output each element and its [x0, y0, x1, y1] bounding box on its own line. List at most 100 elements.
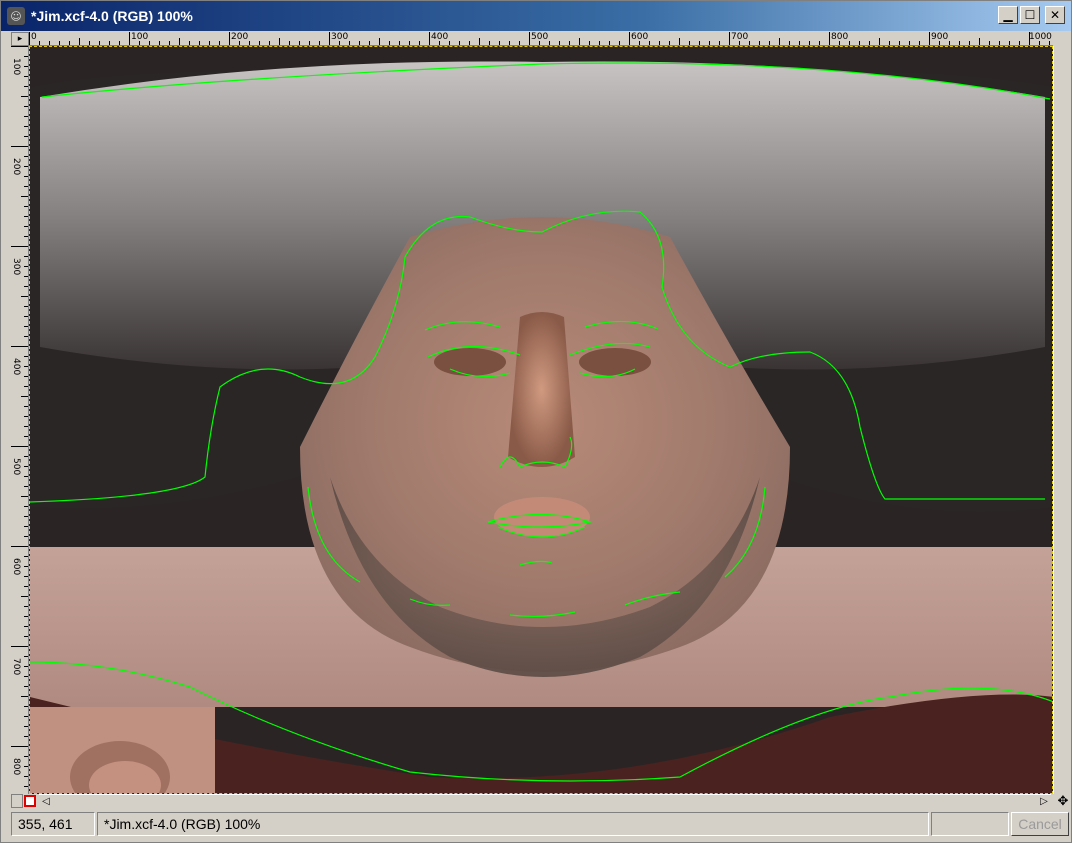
ruler-tick — [1039, 41, 1040, 45]
ruler-tick — [24, 606, 28, 607]
ruler-tick — [389, 41, 390, 45]
ruler-tick — [1029, 32, 1030, 45]
ruler-tick — [11, 146, 28, 147]
ruler-tick — [619, 41, 620, 45]
ruler-label: 800 — [11, 758, 21, 776]
ruler-tick — [509, 41, 510, 45]
ruler-tick — [149, 41, 150, 45]
ruler-tick — [24, 556, 28, 557]
ruler-tick — [69, 41, 70, 45]
ruler-tick — [239, 41, 240, 45]
ruler-tick — [24, 726, 28, 727]
ruler-tick — [419, 41, 420, 45]
ruler-tick — [24, 586, 28, 587]
ruler-tick — [669, 41, 670, 45]
horizontal-scrollbar-area: ◁ ▷ ✥ — [11, 794, 1071, 809]
ruler-tick — [24, 566, 28, 567]
ruler-tick — [24, 616, 28, 617]
ruler-tick — [24, 426, 28, 427]
progress-area — [931, 812, 1009, 836]
ruler-tick — [24, 706, 28, 707]
ruler-tick — [439, 41, 440, 45]
image-canvas[interactable] — [29, 46, 1053, 794]
ruler-tick — [279, 38, 280, 45]
scroll-left-icon[interactable]: ◁ — [39, 794, 53, 808]
ruler-tick — [24, 326, 28, 327]
ruler-tick — [819, 41, 820, 45]
ruler-tick — [24, 286, 28, 287]
cancel-button[interactable]: Cancel — [1011, 812, 1069, 836]
ruler-tick — [169, 41, 170, 45]
gimp-icon: ☺ — [7, 7, 25, 25]
ruler-tick — [11, 746, 28, 747]
minimize-button[interactable]: ▁ — [998, 6, 1018, 24]
ruler-label: 500 — [11, 458, 21, 476]
ruler-tick — [11, 546, 28, 547]
ruler-tick — [499, 41, 500, 45]
ruler-tick — [249, 41, 250, 45]
ruler-tick — [24, 386, 28, 387]
ruler-tick — [21, 396, 28, 397]
ruler-tick — [399, 41, 400, 45]
ruler-tick — [11, 246, 28, 247]
ruler-tick — [24, 226, 28, 227]
ruler-tick — [359, 41, 360, 45]
ruler-tick — [24, 536, 28, 537]
ruler-tick — [859, 41, 860, 45]
maximize-button[interactable]: ☐ — [1020, 6, 1040, 24]
ruler-tick — [24, 306, 28, 307]
quickmask-off-icon[interactable] — [11, 794, 23, 808]
ruler-label: 200 — [11, 158, 21, 176]
ruler-tick — [349, 41, 350, 45]
ruler-tick — [289, 41, 290, 45]
quickmask-toggle-icon[interactable] — [24, 795, 36, 807]
ruler-tick — [639, 41, 640, 45]
ruler-tick — [21, 596, 28, 597]
ruler-tick — [229, 32, 230, 45]
ruler-tick — [609, 41, 610, 45]
ruler-tick — [24, 716, 28, 717]
ruler-label: 700 — [11, 658, 21, 676]
ruler-label: 300 — [11, 258, 21, 276]
ruler-tick — [539, 41, 540, 45]
ruler-tick — [24, 186, 28, 187]
ruler-tick — [939, 41, 940, 45]
ruler-tick — [789, 41, 790, 45]
ruler-tick — [24, 336, 28, 337]
ruler-tick — [24, 106, 28, 107]
ruler-tick — [24, 436, 28, 437]
horizontal-scrollbar[interactable] — [39, 794, 1051, 808]
ruler-tick — [11, 446, 28, 447]
title-bar[interactable]: ☺ *Jim.xcf-4.0 (RGB) 100% ▁ ☐ ✕ — [1, 1, 1071, 31]
ruler-tick — [529, 32, 530, 45]
ruler-tick — [24, 126, 28, 127]
ruler-tick — [24, 766, 28, 767]
ruler-tick — [849, 41, 850, 45]
ruler-tick — [309, 41, 310, 45]
ruler-tick — [839, 41, 840, 45]
ruler-tick — [24, 136, 28, 137]
ruler-tick — [179, 38, 180, 45]
scroll-right-icon[interactable]: ▷ — [1037, 794, 1051, 808]
ruler-tick — [21, 696, 28, 697]
ruler-tick — [1049, 41, 1050, 45]
ruler-tick — [969, 41, 970, 45]
close-button[interactable]: ✕ — [1045, 6, 1065, 24]
ruler-tick — [24, 576, 28, 577]
ruler-tick — [899, 41, 900, 45]
ruler-tick — [679, 38, 680, 45]
ruler-label: 600 — [11, 558, 21, 576]
status-message: *Jim.xcf-4.0 (RGB) 100% — [97, 812, 929, 836]
ruler-tick — [189, 41, 190, 45]
ruler-tick — [24, 466, 28, 467]
menu-arrow-icon[interactable]: ▸ — [11, 32, 29, 46]
ruler-tick — [919, 41, 920, 45]
horizontal-ruler[interactable]: 0 100 200 300 400 500 600 700 800 900 10… — [29, 32, 1053, 46]
vertical-ruler[interactable]: 100 200 300 400 500 600 700 800 — [11, 46, 29, 794]
navigate-icon[interactable]: ✥ — [1055, 794, 1071, 809]
ruler-label: 100 — [11, 58, 21, 76]
ruler-tick — [24, 76, 28, 77]
ruler-tick — [599, 41, 600, 45]
ruler-tick — [29, 32, 30, 45]
vertical-scrollbar[interactable] — [1053, 46, 1071, 794]
